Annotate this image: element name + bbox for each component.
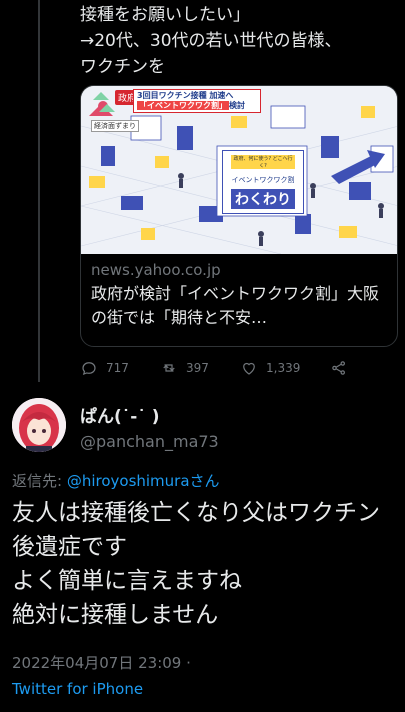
like-count: 1,339	[266, 361, 301, 375]
share-icon	[332, 361, 346, 375]
card-image[interactable]: 政府 3回目ワクチン接種 加速へ 「イベントワクワク割」 検討 経済面ずまり 政府…	[81, 86, 397, 254]
heart-icon	[243, 362, 255, 375]
user-handle[interactable]: @panchan_ma73	[80, 432, 219, 451]
avatar-illustration	[12, 398, 66, 452]
display-name[interactable]: ぱん(˙-˙ )	[80, 402, 160, 427]
tweet-timestamp[interactable]: 2022年04月07日 23:09 ·	[12, 652, 191, 674]
sign-main-text: わくわり	[231, 189, 295, 209]
headline-line1: 3回目ワクチン接種 加速へ	[137, 91, 234, 100]
reply-count: 717	[106, 361, 129, 375]
avatar[interactable]	[12, 398, 66, 452]
reply-icon	[82, 362, 96, 375]
retweet-icon	[163, 364, 175, 372]
reply-to-label: 返信先:	[12, 472, 67, 490]
share-button[interactable]	[330, 359, 348, 377]
card-headline-overlay: 3回目ワクチン接種 加速へ 「イベントワクワク割」 検討	[133, 89, 261, 113]
like-button[interactable]: 1,339	[240, 359, 330, 377]
tweet-actions: 717 397 1,339	[80, 356, 380, 380]
tweet-source-link[interactable]: Twitter for iPhone	[12, 680, 143, 698]
retweet-count: 397	[186, 361, 209, 375]
thread-connector-line	[38, 0, 40, 382]
reply-tweet-text: 友人は接種後亡くなり父はワクチン後遺症です よく簡単に言えますね 絶対に接種しま…	[12, 500, 380, 628]
card-domain: news.yahoo.co.jp	[91, 261, 221, 279]
reply-to-line: 返信先: @hiroyoshimuraさん	[12, 470, 220, 491]
reply-button[interactable]: 717	[80, 359, 160, 377]
sign-middle-text: イベントワクワク割	[231, 176, 295, 184]
event-sign: 政府、何に使う? どこへ行く? イベントワクワク割 わくわり	[222, 150, 304, 214]
reply-mention-link[interactable]: @hiroyoshimuraさん	[67, 472, 220, 490]
sign-top-text: 政府、何に使う? どこへ行く?	[231, 155, 295, 169]
link-preview-card[interactable]: 政府 3回目ワクチン接種 加速へ 「イベントワクワク割」 検討 経済面ずまり 政府…	[80, 85, 398, 347]
card-small-label: 経済面ずまり	[91, 120, 139, 132]
retweet-button[interactable]: 397	[160, 359, 240, 377]
headline-highlight: 「イベントワクワク割」	[137, 101, 229, 110]
headline-suffix: 検討	[229, 101, 245, 110]
quoted-tweet-text: 接種をお願いしたい」 →20代、30代の若い世代の皆様、 ワクチンを	[80, 5, 342, 77]
card-title: 政府が検討「イベントワクワク割」大阪の街では「期待と不安…	[91, 284, 380, 327]
